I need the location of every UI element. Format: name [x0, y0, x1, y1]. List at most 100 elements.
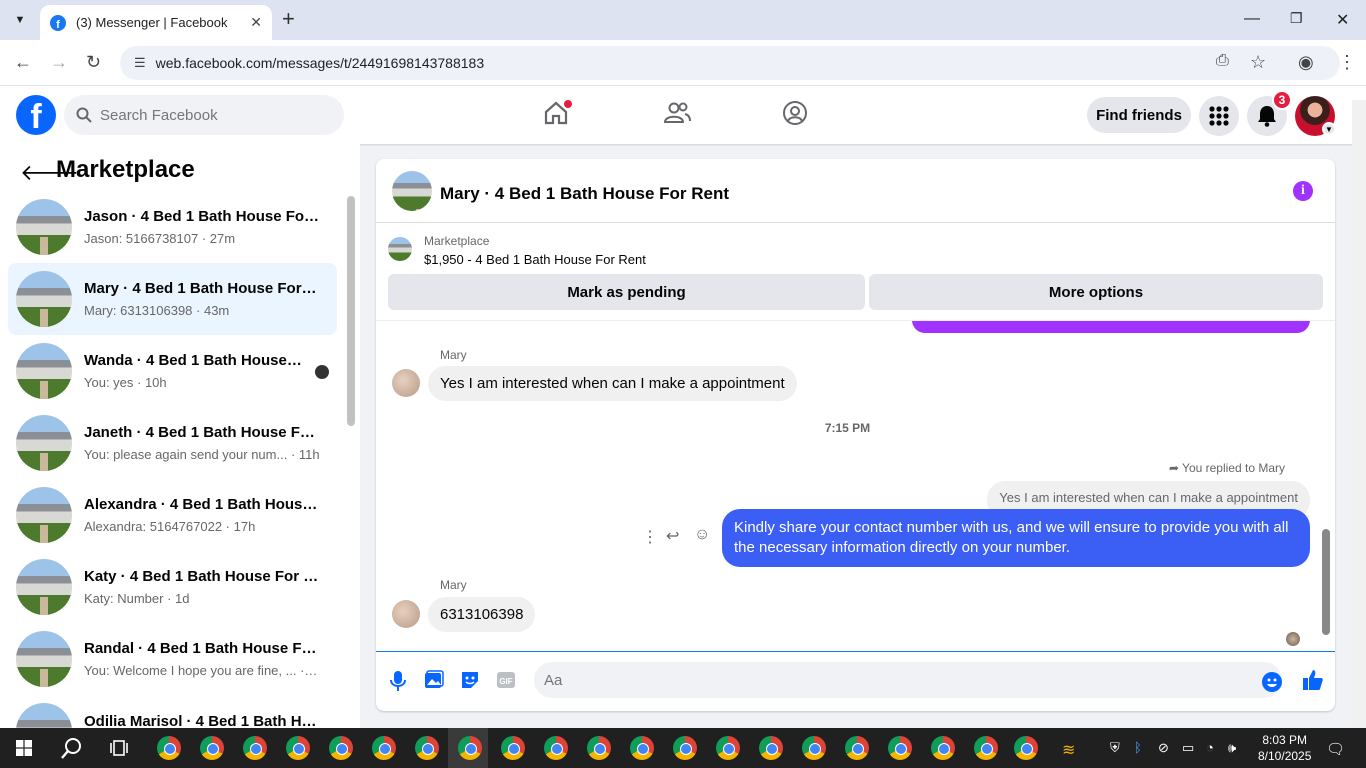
clock-date: 8/10/2025 [1258, 749, 1312, 763]
chrome-icon[interactable] [845, 736, 869, 760]
facebook-logo-icon[interactable]: f [16, 95, 56, 135]
bookmark-star-icon[interactable]: ☆ [1250, 52, 1266, 73]
conversation-item[interactable]: Wanda · 4 Bed 1 Bath House F... You: yes … [8, 335, 337, 407]
chrome-icon[interactable] [673, 736, 697, 760]
browser-menu-icon[interactable]: ⋮ [1338, 52, 1356, 73]
wifi-icon[interactable]: ◔ [1206, 740, 1214, 755]
conversation-item[interactable]: Janeth · 4 Bed 1 Bath House For ... You: … [8, 407, 337, 479]
react-emoji-icon[interactable]: ☺ [694, 526, 710, 544]
search-box[interactable] [64, 95, 344, 135]
more-options-button[interactable]: More options [869, 274, 1323, 310]
chat-listing-avatar[interactable] [392, 171, 432, 211]
sender-name: Mary [440, 348, 467, 362]
reply-icon[interactable]: ↩ [666, 526, 679, 546]
svg-text:GIF: GIF [499, 677, 512, 686]
outgoing-message[interactable]: Kindly share your contact number with us… [722, 509, 1310, 567]
notifications-center-icon[interactable]: 🗨 [1326, 740, 1345, 758]
chrome-icon[interactable] [587, 736, 611, 760]
chrome-icon[interactable] [157, 736, 181, 760]
message-input[interactable] [534, 662, 1282, 698]
page-scrollbar[interactable] [1352, 100, 1366, 728]
conversation-preview: You: please again send your num... · 11h [84, 447, 320, 462]
network-off-icon[interactable]: ⊘ [1158, 740, 1169, 756]
chrome-icon[interactable] [372, 736, 396, 760]
seen-avatar [1286, 632, 1300, 646]
conversation-item-active[interactable]: Mary · 4 Bed 1 Bath House For R... Mary: … [8, 263, 337, 335]
chat-title[interactable]: Mary · 4 Bed 1 Bath House For Rent [440, 184, 729, 204]
chrome-icon[interactable] [243, 736, 267, 760]
chevron-down-icon[interactable]: ▼ [1322, 122, 1336, 136]
conversation-item[interactable]: Jason · 4 Bed 1 Bath House For R... Jason… [8, 191, 337, 263]
sidebar-scrollbar[interactable] [347, 196, 355, 426]
new-tab-icon[interactable]: + [282, 8, 295, 30]
chrome-icon[interactable] [974, 736, 998, 760]
bluetooth-icon[interactable]: ᛒ [1134, 740, 1142, 755]
search-input[interactable] [100, 106, 320, 124]
facebook-favicon-icon: f [50, 14, 66, 31]
minimize-icon[interactable]: — [1244, 10, 1260, 28]
tab-search-icon[interactable]: ▼ [8, 8, 32, 32]
chrome-icon[interactable] [286, 736, 310, 760]
site-settings-icon[interactable]: ☰ [134, 55, 146, 71]
conversation-item[interactable]: Katy · 4 Bed 1 Bath House For Re... Katy:… [8, 551, 337, 623]
listing-thumbnail [16, 487, 72, 543]
groups-icon[interactable] [782, 100, 808, 126]
chrome-icon[interactable] [888, 736, 912, 760]
emoji-icon[interactable] [1262, 672, 1282, 692]
system-clock[interactable]: 8:03 PM 8/10/2025 [1258, 732, 1311, 764]
mark-as-pending-button[interactable]: Mark as pending [388, 274, 865, 310]
omnibox[interactable]: ☰ web.facebook.com/messages/t/2449169814… [120, 46, 1340, 80]
like-thumbs-up-icon[interactable] [1302, 669, 1324, 691]
battery-icon[interactable]: ▭ [1182, 740, 1194, 756]
close-window-icon[interactable]: ✕ [1336, 10, 1349, 30]
security-shield-icon[interactable]: ⛨ [1110, 740, 1120, 756]
conversation-preview: Jason: 5166738107 · 27m [84, 231, 236, 246]
tray-app-icon[interactable]: ≋ [1062, 740, 1075, 760]
back-icon[interactable]: ← [14, 52, 32, 73]
conversation-item[interactable]: Alexandra · 4 Bed 1 Bath House ... Alexan… [8, 479, 337, 551]
chrome-icon[interactable] [802, 736, 826, 760]
microphone-icon[interactable] [390, 670, 406, 692]
friends-icon[interactable] [663, 100, 691, 126]
listing-thumbnail[interactable] [388, 237, 412, 261]
chrome-icon[interactable] [1014, 736, 1038, 760]
restore-icon[interactable]: ❐ [1290, 10, 1303, 27]
forward-icon[interactable]: → [50, 52, 68, 73]
find-friends-button[interactable]: Find friends [1087, 97, 1191, 133]
chrome-icon[interactable] [716, 736, 740, 760]
chrome-icon[interactable] [759, 736, 783, 760]
url-text[interactable]: web.facebook.com/messages/t/244916981437… [156, 55, 484, 71]
task-view-icon[interactable] [110, 739, 128, 757]
browser-tab[interactable]: f (3) Messenger | Facebook ✕ [40, 5, 272, 40]
chrome-icon[interactable] [458, 736, 482, 760]
windows-start-icon[interactable] [16, 740, 32, 756]
profile-icon[interactable]: ◉ [1298, 52, 1314, 73]
close-tab-icon[interactable]: ✕ [250, 14, 262, 31]
sender-avatar[interactable] [392, 369, 420, 397]
chrome-icon[interactable] [931, 736, 955, 760]
chrome-icon[interactable] [415, 736, 439, 760]
incoming-message[interactable]: Yes I am interested when can I make a ap… [428, 366, 797, 401]
conversation-item[interactable]: Randal · 4 Bed 1 Bath House For ... You: … [8, 623, 337, 695]
reload-icon[interactable]: ↻ [86, 52, 101, 73]
info-icon[interactable]: i [1293, 181, 1313, 201]
search-icon [76, 107, 92, 123]
incoming-message[interactable]: 6313106398 [428, 597, 536, 632]
menu-grid-button[interactable] [1199, 96, 1239, 136]
chrome-icon[interactable] [329, 736, 353, 760]
chrome-icon[interactable] [501, 736, 525, 760]
chrome-icon[interactable] [544, 736, 568, 760]
notification-badge: 3 [1272, 90, 1292, 110]
taskbar-search-icon[interactable] [61, 737, 83, 759]
more-actions-icon[interactable]: ⋮ [642, 527, 658, 547]
gif-icon[interactable]: GIF [496, 670, 516, 690]
chrome-icon[interactable] [630, 736, 654, 760]
volume-icon[interactable]: 🕪 [1228, 740, 1236, 756]
sticker-icon[interactable] [460, 670, 480, 690]
photo-icon[interactable] [424, 670, 444, 690]
chat-scrollbar[interactable] [1322, 529, 1330, 635]
install-app-icon[interactable]: ⎙ [1216, 52, 1229, 70]
listing-price[interactable]: $1,950 - 4 Bed 1 Bath House For Rent [424, 252, 646, 267]
sender-avatar[interactable] [392, 600, 420, 628]
chrome-icon[interactable] [200, 736, 224, 760]
